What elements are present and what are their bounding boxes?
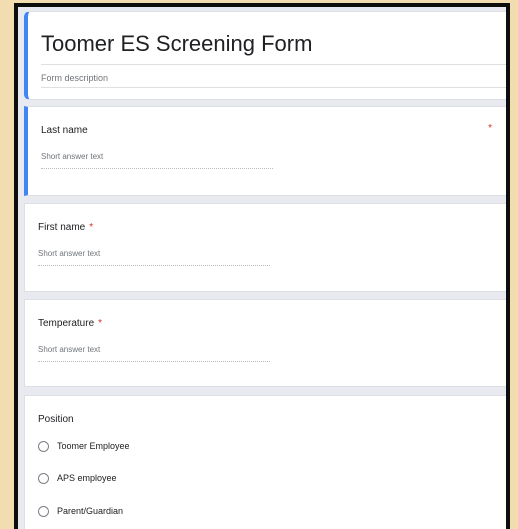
question-card-last-name[interactable]: Last name * Short answer text bbox=[24, 106, 506, 196]
option-toomer-employee[interactable]: Toomer Employee bbox=[38, 438, 130, 454]
question-title-position[interactable]: Position bbox=[38, 414, 74, 425]
question-title-temperature[interactable]: Temperature * bbox=[38, 318, 102, 329]
radio-circle-icon[interactable] bbox=[38, 472, 49, 484]
option-label: Parent/Guardian bbox=[57, 506, 124, 516]
title-divider bbox=[41, 64, 506, 65]
radio-circle-icon[interactable] bbox=[38, 505, 49, 517]
form-title[interactable]: Toomer ES Screening Form bbox=[41, 31, 312, 57]
question-title-last-name[interactable]: Last name bbox=[41, 125, 88, 136]
description-divider bbox=[41, 87, 506, 88]
option-label: APS employee bbox=[57, 473, 117, 483]
question-card-first-name[interactable]: First name * Short answer text bbox=[24, 203, 506, 292]
question-title-first-name[interactable]: First name * bbox=[38, 222, 93, 233]
required-asterisk: * bbox=[98, 318, 103, 329]
radio-circle-icon[interactable] bbox=[38, 440, 49, 452]
question-label: Temperature bbox=[38, 318, 95, 329]
form-header-card[interactable]: Toomer ES Screening Form Form descriptio… bbox=[24, 11, 506, 100]
required-asterisk: * bbox=[488, 123, 492, 134]
option-label: Toomer Employee bbox=[57, 441, 130, 451]
question-label: First name bbox=[38, 222, 86, 233]
question-card-temperature[interactable]: Temperature * Short answer text bbox=[24, 299, 506, 387]
short-answer-field: Short answer text bbox=[41, 150, 273, 169]
short-answer-field: Short answer text bbox=[38, 343, 270, 362]
question-card-position[interactable]: Position Toomer Employee APS employee Pa… bbox=[24, 395, 506, 529]
question-label: Last name bbox=[41, 125, 88, 136]
option-aps-employee[interactable]: APS employee bbox=[38, 470, 117, 486]
option-parent-guardian[interactable]: Parent/Guardian bbox=[38, 503, 123, 519]
question-label: Position bbox=[38, 414, 74, 425]
required-asterisk: * bbox=[89, 222, 94, 233]
short-answer-field: Short answer text bbox=[38, 247, 270, 266]
form-description-field[interactable]: Form description bbox=[41, 73, 108, 83]
form-editor-window: Toomer ES Screening Form Form descriptio… bbox=[14, 3, 510, 529]
